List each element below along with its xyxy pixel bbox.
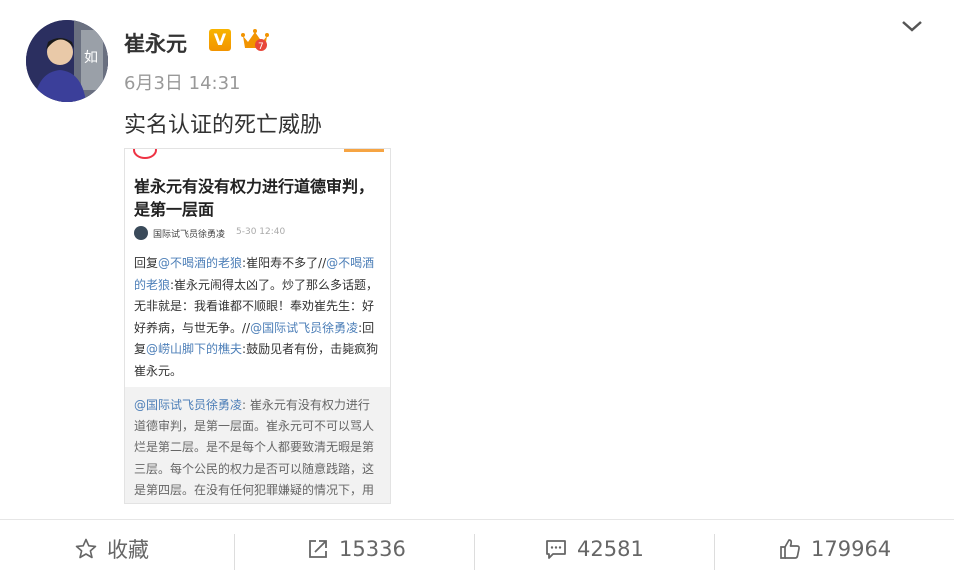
svg-text:7: 7	[258, 42, 264, 52]
comment-count: 42581	[577, 537, 644, 561]
favorite-label: 收藏	[107, 538, 149, 562]
author-name[interactable]: 崔永元	[124, 28, 187, 58]
like-button[interactable]: 179964	[778, 534, 891, 564]
action-separator	[234, 534, 235, 570]
card-body: 回复@不喝酒的老狼:崔阳寿不多了//@不喝酒 的老狼:崔永元闹得太凶了。炒了那么…	[134, 256, 379, 378]
post-time[interactable]: 6月3日 14:31	[124, 69, 241, 95]
action-separator	[714, 534, 715, 570]
crown-vip-icon[interactable]: 7	[241, 28, 269, 52]
comment-button[interactable]: 42581	[544, 534, 644, 564]
verified-badge-icon: V	[209, 29, 231, 51]
star-icon	[75, 538, 97, 559]
comment-icon	[546, 540, 566, 559]
avatar[interactable]: 如	[26, 20, 108, 102]
post-image[interactable]: 崔永元有没有权力进行道德审判， 是第一层面 国际试飞员徐勇凌 5-30 12:4…	[124, 148, 391, 504]
card-title: 崔永元有没有权力进行道德审判， 是第一层面	[134, 177, 375, 219]
post-text: 实名认证的死亡威胁	[124, 113, 323, 138]
share-icon	[309, 540, 327, 558]
action-bar: 收藏 15336 42581 179964	[0, 520, 954, 580]
action-separator	[474, 534, 475, 570]
chevron-down-icon[interactable]	[900, 17, 924, 35]
repost-count: 15336	[339, 537, 406, 561]
favorite-button[interactable]: 收藏	[74, 534, 149, 564]
thumbs-up-icon	[780, 539, 800, 559]
svg-text:如: 如	[84, 50, 98, 66]
like-count: 179964	[811, 537, 892, 561]
card-quote: @国际试飞员徐勇凌: 崔永元有没有权力进行 道德审判，是第一层面。崔永元可不可以…	[125, 387, 390, 503]
card-header-strip	[125, 149, 390, 159]
repost-button[interactable]: 15336	[306, 534, 406, 564]
card-author-avatar	[134, 226, 148, 240]
